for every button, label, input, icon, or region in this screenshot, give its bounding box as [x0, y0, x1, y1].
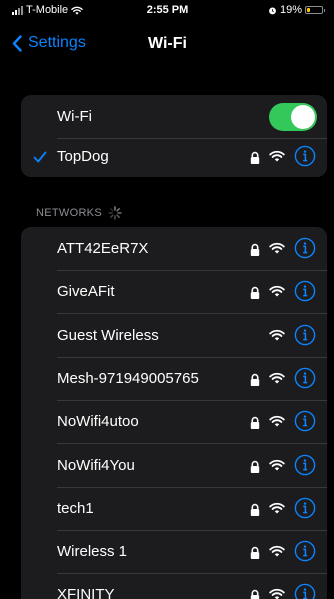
status-right: 19%	[268, 4, 325, 16]
wifi-toggle-label: Wi-Fi	[57, 108, 92, 125]
network-row[interactable]: NoWifi4You	[21, 444, 327, 488]
networks-header-label: NETWORKS	[36, 207, 102, 219]
networks-section-header: NETWORKS	[36, 206, 122, 220]
wifi-icon	[269, 416, 285, 427]
network-name: XFINITY	[57, 586, 115, 599]
battery-percent: 19%	[279, 4, 302, 16]
lock-icon	[250, 460, 260, 473]
network-name: NoWifi4You	[57, 456, 135, 474]
lock-icon	[250, 287, 260, 300]
wifi-icon	[269, 329, 285, 341]
activity-spinner-icon	[108, 206, 122, 220]
lock-icon	[250, 590, 260, 599]
info-icon[interactable]	[294, 145, 316, 167]
wifi-icon	[269, 545, 285, 557]
toggle-knob	[291, 105, 315, 129]
lock-icon	[250, 373, 260, 386]
wifi-toggle-group: Wi-Fi TopDog	[21, 95, 327, 177]
wifi-toggle-row: Wi-Fi	[21, 95, 327, 139]
network-row[interactable]: GiveAFit	[21, 270, 327, 315]
wifi-icon	[269, 502, 285, 514]
info-icon[interactable]	[294, 367, 316, 389]
battery-icon	[305, 6, 325, 14]
networks-list: ATT42EeR7X GiveAFit Guest Wireless Mesh-971…	[21, 227, 327, 599]
connected-network-name: TopDog	[57, 148, 109, 165]
lock-icon	[250, 151, 260, 164]
info-icon[interactable]	[294, 454, 316, 476]
battery-fill	[307, 8, 310, 12]
network-row[interactable]: NoWifi4utoo	[21, 400, 327, 445]
checkmark-icon	[33, 151, 47, 163]
info-icon[interactable]	[294, 583, 316, 599]
network-name: Guest Wireless	[57, 326, 159, 344]
network-name: tech1	[57, 499, 94, 517]
wifi-icon	[269, 372, 285, 384]
page-title: Wi-Fi	[148, 35, 187, 52]
info-icon[interactable]	[294, 237, 316, 259]
wifi-icon	[269, 242, 285, 254]
network-row[interactable]: ATT42EeR7X	[21, 227, 327, 271]
network-name: Mesh-971949005765	[57, 369, 199, 387]
wifi-icon	[269, 589, 285, 599]
wifi-icon	[269, 459, 285, 470]
status-bar: T-Mobile 2:55 PM 19%	[6, 0, 329, 22]
network-name: NoWifi4utoo	[57, 413, 139, 431]
connected-network-row[interactable]: TopDog	[21, 135, 327, 177]
lock-icon	[250, 243, 260, 256]
lock-icon	[250, 417, 260, 430]
wifi-icon	[269, 286, 285, 297]
info-icon[interactable]	[294, 497, 316, 519]
wifi-toggle-switch[interactable]	[269, 103, 317, 131]
network-row[interactable]: Guest Wireless	[21, 314, 327, 358]
wifi-settings-screen: T-Mobile 2:55 PM 19% Settings Wi-Fi Wi-F…	[6, 0, 329, 599]
navigation-bar: Settings Wi-Fi	[6, 30, 329, 60]
lock-icon	[250, 546, 260, 560]
wifi-icon	[269, 150, 285, 162]
info-icon[interactable]	[294, 280, 316, 302]
lock-icon	[250, 503, 260, 516]
network-name: ATT42EeR7X	[57, 240, 149, 257]
network-row[interactable]: Wireless 1	[21, 530, 327, 575]
network-row[interactable]: Mesh-971949005765	[21, 357, 327, 401]
network-row[interactable]: XFINITY	[21, 573, 327, 599]
info-icon[interactable]	[294, 540, 316, 562]
network-row[interactable]: tech1	[21, 487, 327, 531]
network-name: GiveAFit	[57, 283, 115, 301]
alarm-icon	[269, 7, 276, 14]
network-name: Wireless 1	[57, 543, 128, 561]
info-icon[interactable]	[294, 410, 316, 432]
info-icon[interactable]	[294, 324, 316, 346]
